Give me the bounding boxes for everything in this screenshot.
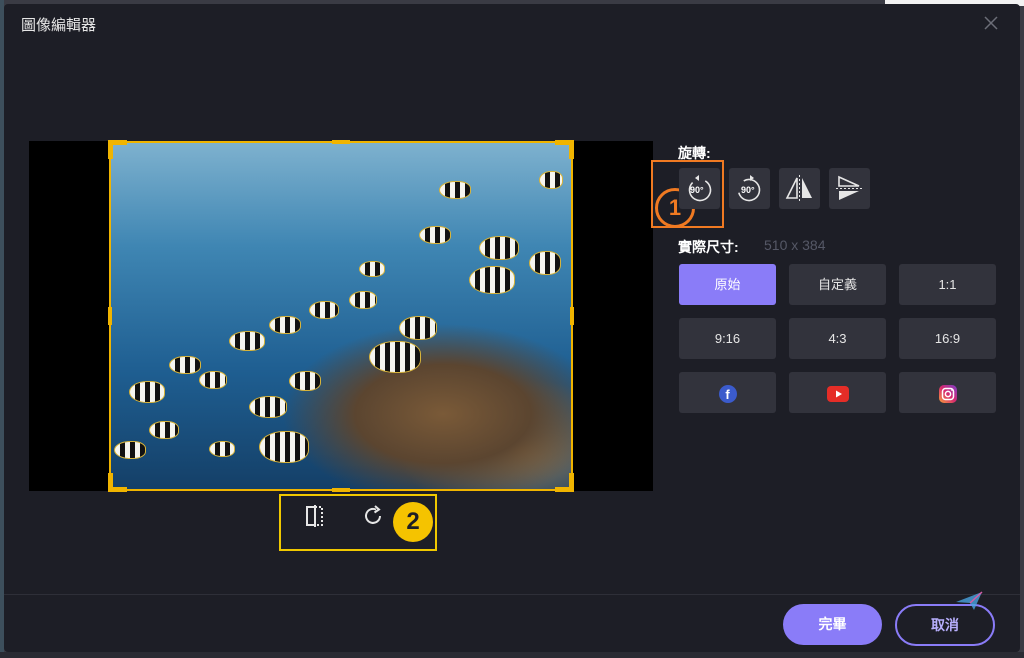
- done-button[interactable]: 完畢: [783, 604, 882, 645]
- ratio-16-9-button[interactable]: 16:9: [899, 318, 996, 359]
- canvas-tools-highlight: 2: [279, 494, 437, 551]
- close-icon[interactable]: [982, 14, 1000, 32]
- watermark-logo-icon: [952, 588, 988, 614]
- reset-icon[interactable]: [361, 504, 385, 528]
- ratio-youtube-button[interactable]: [789, 372, 886, 413]
- facebook-icon: f: [718, 384, 737, 403]
- image-canvas: [29, 140, 653, 492]
- ratio-original-button[interactable]: 原始: [679, 264, 776, 305]
- crop-handle-top-right[interactable]: [555, 140, 574, 159]
- flip-vertical-button[interactable]: [829, 168, 870, 209]
- instagram-icon: [938, 384, 957, 403]
- ratio-custom-button[interactable]: 自定義: [789, 264, 886, 305]
- dialog-title: 圖像編輯器: [21, 17, 97, 34]
- flip-horizontal-button[interactable]: [779, 168, 820, 209]
- rotate-left-degrees: 90°: [690, 185, 704, 195]
- rotate-right-button[interactable]: 90°: [729, 168, 770, 209]
- crop-handle-bottom[interactable]: [332, 488, 350, 492]
- crop-frame[interactable]: [108, 140, 574, 492]
- ratio-instagram-button[interactable]: [899, 372, 996, 413]
- ratio-9-16-button[interactable]: 9:16: [679, 318, 776, 359]
- crop-handle-left[interactable]: [108, 307, 112, 325]
- youtube-icon: [826, 385, 849, 402]
- ratio-4-3-button[interactable]: 4:3: [789, 318, 886, 359]
- dimensions-label: 實際尺寸:: [678, 239, 739, 255]
- image-editor-dialog: 圖像編輯器 2 旋轉: 1 90° 90° 實際尺寸: 510 x 384 原始…: [4, 4, 1020, 652]
- footer-divider: [4, 594, 1020, 595]
- flip-horizontal-icon: [785, 175, 812, 201]
- rotate-right-degrees: 90°: [741, 185, 755, 195]
- flip-vertical-icon: [836, 175, 863, 200]
- ratio-1-1-button[interactable]: 1:1: [899, 264, 996, 305]
- ratio-facebook-button[interactable]: f: [679, 372, 776, 413]
- crop-handle-bottom-right[interactable]: [555, 473, 574, 492]
- annotation-badge-2: 2: [393, 502, 433, 542]
- crop-handle-top[interactable]: [332, 140, 350, 144]
- crop-handle-bottom-left[interactable]: [108, 473, 127, 492]
- crop-handle-top-left[interactable]: [108, 140, 127, 159]
- rotate-left-button[interactable]: 90°: [679, 168, 720, 209]
- crop-handle-right[interactable]: [570, 307, 574, 325]
- background-bottom-strip: [0, 652, 1024, 658]
- dimensions-value: 510 x 384: [764, 237, 826, 253]
- crop-compare-icon[interactable]: [303, 504, 327, 528]
